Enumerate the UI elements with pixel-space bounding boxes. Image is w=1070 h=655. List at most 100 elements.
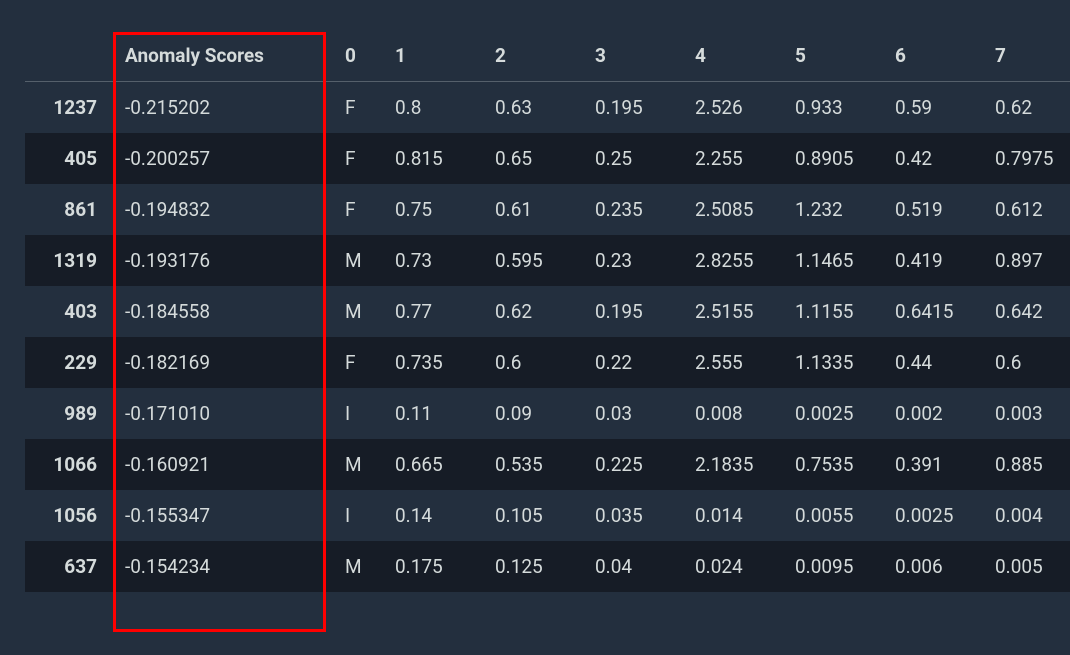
cell: 0.44 — [885, 337, 985, 388]
cell: 2.5155 — [685, 286, 785, 337]
cell: I — [335, 490, 385, 541]
cell-anomaly: -0.154234 — [115, 541, 335, 592]
cell: 0.7975 — [985, 133, 1070, 184]
cell: 0.0095 — [785, 541, 885, 592]
cell: 1.1155 — [785, 286, 885, 337]
cell: 0.105 — [485, 490, 585, 541]
cell: 0.006 — [885, 541, 985, 592]
table-row: 1056 -0.155347 I 0.14 0.105 0.035 0.014 … — [25, 490, 1070, 541]
cell: F — [335, 133, 385, 184]
cell: 0.6415 — [885, 286, 985, 337]
cell: 0.195 — [585, 82, 685, 134]
cell: 0.23 — [585, 235, 685, 286]
cell: 0.65 — [485, 133, 585, 184]
cell: 0.735 — [385, 337, 485, 388]
table-row: 1066 -0.160921 M 0.665 0.535 0.225 2.183… — [25, 439, 1070, 490]
cell: 0.885 — [985, 439, 1070, 490]
cell: 0.035 — [585, 490, 685, 541]
cell-anomaly: -0.171010 — [115, 388, 335, 439]
table-row: 861 -0.194832 F 0.75 0.61 0.235 2.5085 1… — [25, 184, 1070, 235]
cell: 0.0025 — [785, 388, 885, 439]
cell: 0.235 — [585, 184, 685, 235]
cell: 2.5085 — [685, 184, 785, 235]
cell: F — [335, 337, 385, 388]
row-index: 637 — [25, 541, 115, 592]
col-header-2: 2 — [485, 30, 585, 82]
table-row: 637 -0.154234 M 0.175 0.125 0.04 0.024 0… — [25, 541, 1070, 592]
cell: 2.1835 — [685, 439, 785, 490]
cell-anomaly: -0.200257 — [115, 133, 335, 184]
cell: 2.555 — [685, 337, 785, 388]
cell: 0.25 — [585, 133, 685, 184]
cell: 0.642 — [985, 286, 1070, 337]
cell: 0.897 — [985, 235, 1070, 286]
row-index: 989 — [25, 388, 115, 439]
cell-anomaly: -0.182169 — [115, 337, 335, 388]
cell: 0.73 — [385, 235, 485, 286]
cell-anomaly: -0.193176 — [115, 235, 335, 286]
cell: 0.75 — [385, 184, 485, 235]
col-header-4: 4 — [685, 30, 785, 82]
cell: 0.63 — [485, 82, 585, 134]
row-index: 229 — [25, 337, 115, 388]
cell: 0.002 — [885, 388, 985, 439]
cell: 0.77 — [385, 286, 485, 337]
cell: F — [335, 82, 385, 134]
cell: M — [335, 235, 385, 286]
table-row: 989 -0.171010 I 0.11 0.09 0.03 0.008 0.0… — [25, 388, 1070, 439]
cell: 0.42 — [885, 133, 985, 184]
cell: 0.09 — [485, 388, 585, 439]
cell: 2.526 — [685, 82, 785, 134]
cell: M — [335, 439, 385, 490]
cell: 0.535 — [485, 439, 585, 490]
cell: 0.014 — [685, 490, 785, 541]
cell: 0.61 — [485, 184, 585, 235]
cell: 0.005 — [985, 541, 1070, 592]
cell: 2.8255 — [685, 235, 785, 286]
table-row: 403 -0.184558 M 0.77 0.62 0.195 2.5155 1… — [25, 286, 1070, 337]
cell: 0.225 — [585, 439, 685, 490]
col-header-5: 5 — [785, 30, 885, 82]
cell-anomaly: -0.160921 — [115, 439, 335, 490]
cell: 0.8905 — [785, 133, 885, 184]
cell: 0.519 — [885, 184, 985, 235]
cell: 0.0025 — [885, 490, 985, 541]
data-table: Anomaly Scores 0 1 2 3 4 5 6 7 1237 -0.2… — [25, 30, 1070, 592]
table-row: 229 -0.182169 F 0.735 0.6 0.22 2.555 1.1… — [25, 337, 1070, 388]
cell: 0.815 — [385, 133, 485, 184]
cell: 0.003 — [985, 388, 1070, 439]
col-header-0: 0 — [335, 30, 385, 82]
row-index: 861 — [25, 184, 115, 235]
cell: 0.6 — [485, 337, 585, 388]
row-index: 1237 — [25, 82, 115, 134]
cell: 0.665 — [385, 439, 485, 490]
table-row: 1237 -0.215202 F 0.8 0.63 0.195 2.526 0.… — [25, 82, 1070, 134]
cell: 0.11 — [385, 388, 485, 439]
cell: 0.04 — [585, 541, 685, 592]
cell-anomaly: -0.155347 — [115, 490, 335, 541]
cell: 1.232 — [785, 184, 885, 235]
cell: 0.612 — [985, 184, 1070, 235]
row-index: 403 — [25, 286, 115, 337]
table-body: 1237 -0.215202 F 0.8 0.63 0.195 2.526 0.… — [25, 82, 1070, 593]
cell: 0.0055 — [785, 490, 885, 541]
cell: 0.62 — [985, 82, 1070, 134]
cell: 1.1465 — [785, 235, 885, 286]
cell: 0.62 — [485, 286, 585, 337]
cell: M — [335, 286, 385, 337]
col-header-6: 6 — [885, 30, 985, 82]
cell: M — [335, 541, 385, 592]
cell: 0.8 — [385, 82, 485, 134]
table-row: 405 -0.200257 F 0.815 0.65 0.25 2.255 0.… — [25, 133, 1070, 184]
cell: 0.7535 — [785, 439, 885, 490]
cell: 0.391 — [885, 439, 985, 490]
col-header-1: 1 — [385, 30, 485, 82]
cell: 0.024 — [685, 541, 785, 592]
row-index: 405 — [25, 133, 115, 184]
data-table-container: Anomaly Scores 0 1 2 3 4 5 6 7 1237 -0.2… — [25, 30, 1045, 592]
col-header-7: 7 — [985, 30, 1070, 82]
table-row: 1319 -0.193176 M 0.73 0.595 0.23 2.8255 … — [25, 235, 1070, 286]
cell: 0.6 — [985, 337, 1070, 388]
col-header-anomaly: Anomaly Scores — [115, 30, 335, 82]
cell: 0.008 — [685, 388, 785, 439]
